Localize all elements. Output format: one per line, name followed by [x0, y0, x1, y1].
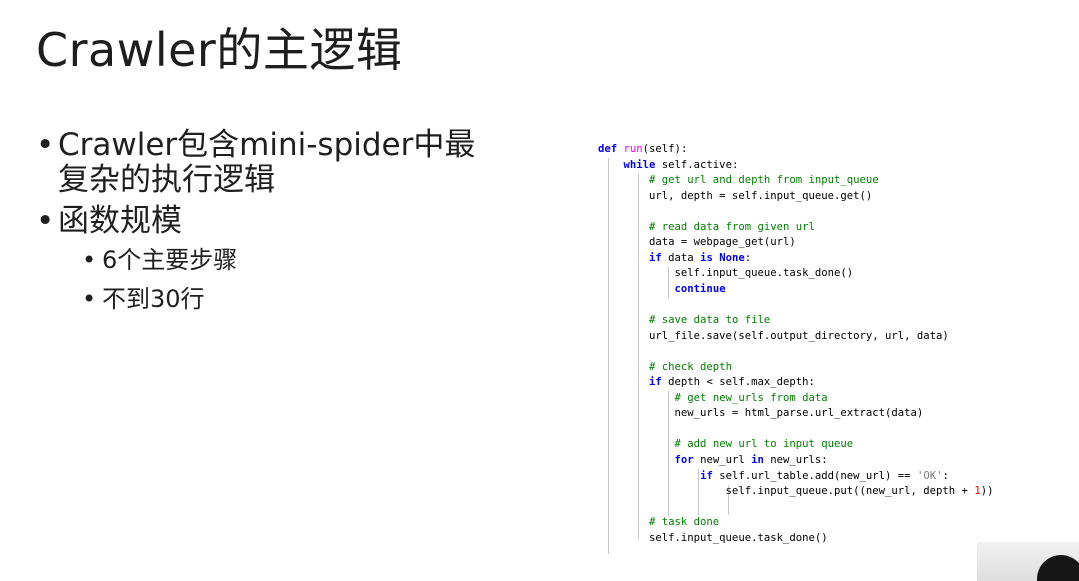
code-line: # get new_urls from data — [674, 391, 828, 404]
bullet-text-line: 函数规模 — [58, 203, 182, 239]
code-line: # get url and depth from input_queue — [649, 174, 879, 187]
code-line: # read data from given url — [649, 220, 815, 233]
code-line: self.input_queue.put((new_url, depth + 1… — [598, 485, 994, 498]
code-line: # save data to file — [649, 314, 771, 327]
code-line: new_urls = html_parse.url_extract(data) — [598, 407, 924, 420]
bullet-dot: • — [82, 285, 97, 313]
sub-bullet-text: 6个主要步骤 — [102, 246, 238, 274]
code-line: # check depth — [649, 360, 732, 373]
code-line: def run(self): — [598, 143, 688, 155]
code-line: self.input_queue.task_done() — [598, 267, 854, 280]
code-line: while self.active: — [623, 158, 739, 171]
code-line: # task done — [649, 516, 720, 529]
code-line: url, depth = self.input_queue.get() — [598, 189, 873, 202]
code-line: for new_url in new_urls: — [674, 454, 828, 466]
bullet-item: • 函数规模 — [36, 204, 506, 239]
sub-bullet-item: • 不到30行 — [82, 284, 506, 314]
sub-bullet-item: • 6个主要步骤 — [82, 245, 506, 275]
code-line: self.input_queue.task_done() — [598, 531, 828, 544]
code-line: data = webpage_get(url) — [598, 236, 796, 249]
bullet-text-line: Crawler包含mini-spider中最 — [58, 127, 476, 163]
code-line: continue — [674, 282, 726, 295]
code-line: if depth < self.max_depth: — [649, 376, 815, 389]
bullet-text-line: 复杂的执行逻辑 — [58, 162, 275, 198]
sub-bullet-text: 不到30行 — [102, 285, 205, 313]
code-snippet: def run(self): while self.active: # get … — [598, 142, 1068, 554]
code-line: if self.url_table.add(new_url) == 'OK': — [700, 469, 949, 482]
bullet-dot: • — [82, 246, 97, 274]
bullet-list: • Crawler包含mini-spider中最 复杂的执行逻辑 • 函数规模 … — [36, 128, 506, 323]
bullet-dot: • — [36, 203, 55, 239]
code-line: url_file.save(self.output_directory, url… — [598, 329, 949, 342]
webcam-subject-shape — [1037, 555, 1079, 581]
webcam-thumbnail — [977, 542, 1079, 581]
code-line: if data is None: — [649, 251, 752, 264]
slide-title: Crawler的主逻辑 — [36, 23, 403, 77]
code-line: # add new url to input queue — [674, 438, 854, 451]
bullet-item: • Crawler包含mini-spider中最 复杂的执行逻辑 — [36, 128, 506, 198]
bullet-dot: • — [36, 127, 55, 163]
